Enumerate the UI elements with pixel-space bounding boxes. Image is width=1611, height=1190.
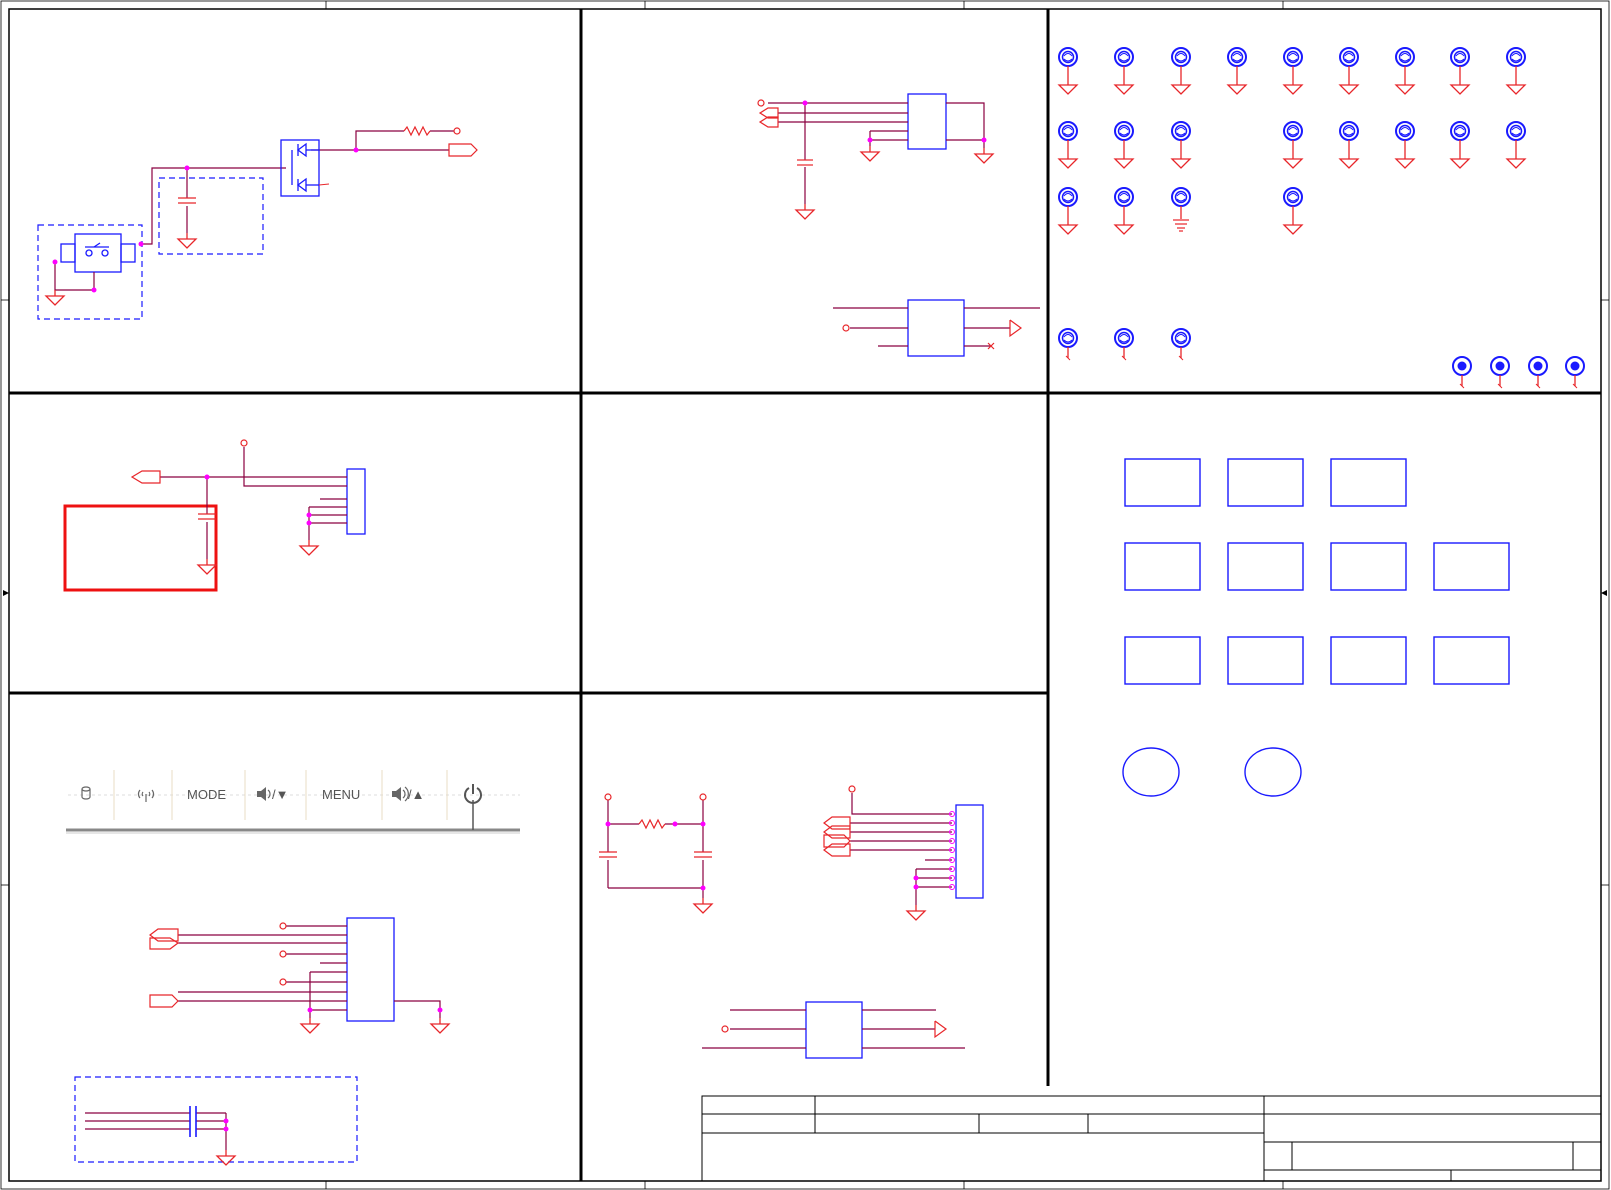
volume-down-icon bbox=[257, 787, 271, 801]
volume-up-key-label: /▲ bbox=[408, 787, 424, 802]
mech-box bbox=[1227, 458, 1304, 507]
connector-j2 bbox=[955, 804, 984, 899]
power-switch-circuit bbox=[37, 125, 478, 320]
mech-ellipse bbox=[1244, 747, 1302, 797]
mode-key-label: MODE bbox=[187, 787, 226, 802]
menu-key-label: MENU bbox=[322, 787, 360, 802]
title-block bbox=[701, 1095, 1602, 1182]
screw-hole-row-4 bbox=[1058, 328, 1191, 361]
ic-u2 bbox=[907, 299, 965, 357]
highlight-box bbox=[63, 504, 218, 592]
mech-box bbox=[1433, 636, 1510, 685]
top-middle-ic-circuit bbox=[757, 93, 1040, 357]
keypad-ic-circuit bbox=[149, 917, 450, 1034]
mech-box bbox=[1227, 542, 1304, 591]
mounting-holes bbox=[1452, 356, 1585, 389]
mech-box bbox=[1227, 636, 1304, 685]
ic-u3 bbox=[346, 917, 395, 1022]
right-connector-circuit bbox=[702, 785, 984, 1059]
mech-box bbox=[1330, 458, 1407, 507]
zone-arrows bbox=[3, 590, 1607, 596]
screw-hole-row-1 bbox=[1058, 47, 1526, 95]
mech-ellipse bbox=[1122, 747, 1180, 797]
volume-up-icon bbox=[392, 786, 409, 802]
ic-u4 bbox=[805, 1001, 863, 1059]
mech-box bbox=[1124, 458, 1201, 507]
power-icon bbox=[464, 784, 482, 830]
screw-hole-row-2 bbox=[1058, 121, 1526, 169]
left-middle-connector bbox=[63, 439, 366, 592]
mech-box bbox=[1124, 636, 1201, 685]
mech-box bbox=[1124, 542, 1201, 591]
mechanical-outlines bbox=[1122, 458, 1510, 797]
mech-box bbox=[1433, 542, 1510, 591]
screw-hole-row-3 bbox=[1058, 187, 1303, 235]
tact-switch bbox=[60, 233, 136, 273]
bridge-rectifier bbox=[280, 139, 320, 197]
filter-circuit bbox=[599, 793, 713, 914]
ic-u1 bbox=[907, 93, 947, 150]
wireless-icon bbox=[137, 789, 155, 802]
volume-down-key-label: /▼ bbox=[272, 787, 288, 802]
connector-j1 bbox=[346, 468, 366, 535]
bottom-left-cap-box bbox=[74, 1076, 358, 1166]
keypad-panel: MODE /▼ MENU /▲ bbox=[66, 770, 520, 834]
cap-dashed-box bbox=[158, 177, 264, 255]
screw-holes bbox=[1058, 47, 1585, 389]
mech-box bbox=[1330, 542, 1407, 591]
mech-box bbox=[1330, 636, 1407, 685]
schematic-sheet: MODE /▼ MENU /▲ bbox=[0, 0, 1610, 1190]
hdd-icon bbox=[81, 786, 91, 800]
